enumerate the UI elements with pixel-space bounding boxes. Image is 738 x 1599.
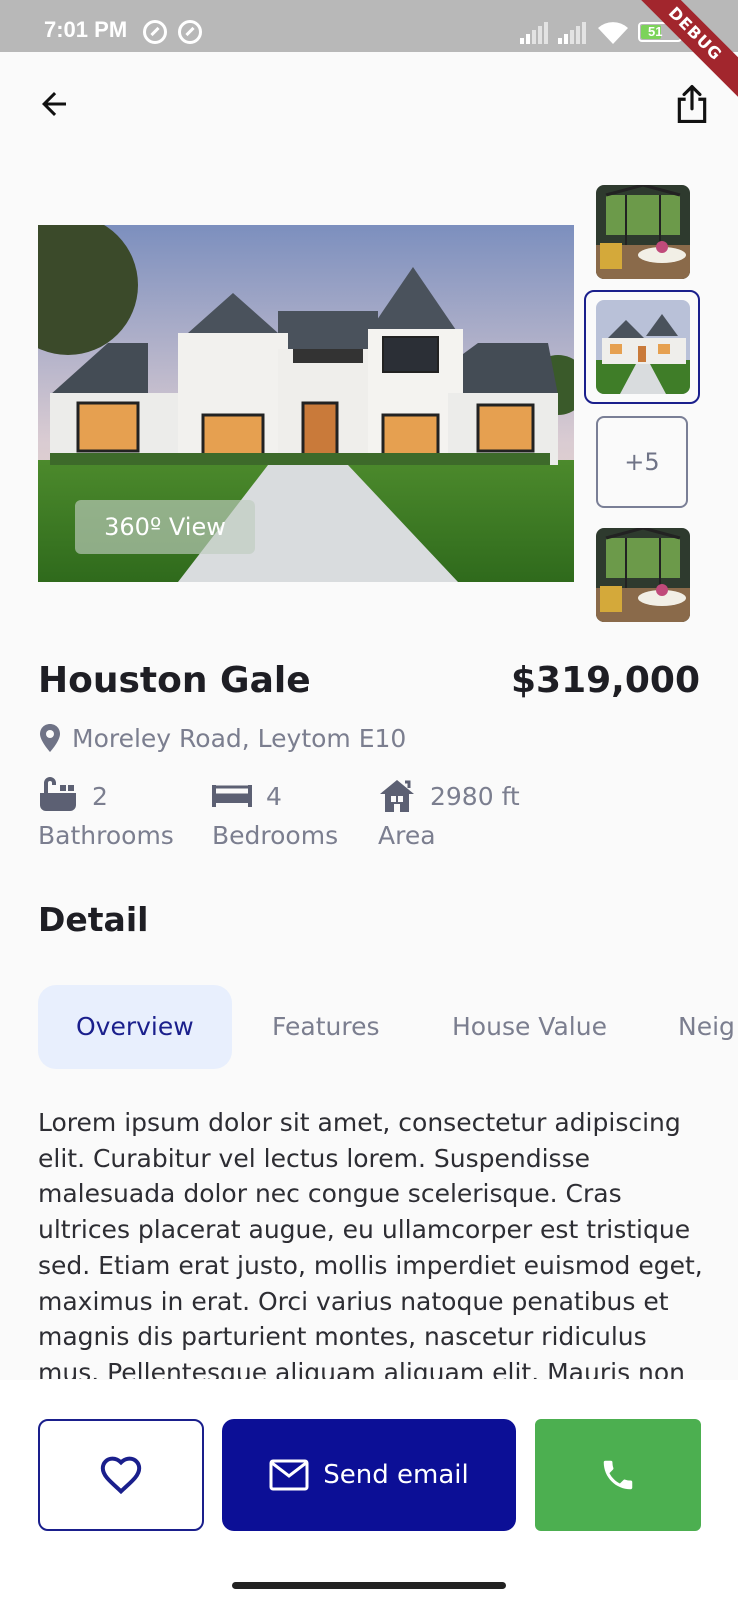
- favorite-button[interactable]: [38, 1419, 204, 1531]
- overview-description: Lorem ipsum dolor sit amet, consectetur …: [38, 1108, 703, 1379]
- arrow-left-icon: [42, 92, 66, 116]
- main-property-photo[interactable]: 360º View: [38, 225, 574, 582]
- house-exterior-thumbnail-image: [596, 300, 690, 394]
- wifi-icon: [598, 22, 628, 44]
- signal-icon: [520, 22, 548, 44]
- tab-overview[interactable]: Overview: [38, 985, 232, 1069]
- stat-area: 2980 ft Area: [378, 775, 520, 850]
- sync-icon: [143, 20, 167, 44]
- area-value: 2980 ft: [430, 781, 520, 811]
- status-time: 7:01 PM: [44, 17, 128, 42]
- property-price: $319,000: [510, 660, 700, 701]
- status-bar: 7:01 PM 51: [0, 0, 738, 52]
- gallery-thumbnail-selected[interactable]: [596, 300, 690, 394]
- gallery-thumbnail[interactable]: [596, 528, 690, 622]
- bathrooms-label: Bathrooms: [38, 821, 174, 850]
- home-indicator[interactable]: [232, 1582, 506, 1589]
- send-email-button[interactable]: Send email: [222, 1419, 516, 1531]
- address-row: Moreley Road, Leytom E10: [38, 720, 406, 756]
- more-photos-button[interactable]: +5: [596, 416, 688, 508]
- phone-icon: [603, 1460, 633, 1490]
- bedrooms-count: 4: [266, 781, 282, 811]
- detail-heading: Detail: [38, 900, 149, 939]
- sunroom-interior-image: [596, 528, 690, 622]
- property-address: Moreley Road, Leytom E10: [72, 723, 407, 753]
- call-button[interactable]: [535, 1419, 701, 1531]
- detail-tabs: Overview Features House Value Neig: [38, 985, 738, 1069]
- sunroom-interior-image: [596, 185, 690, 279]
- bed-icon: [212, 785, 252, 807]
- gallery-thumbnail[interactable]: [596, 185, 690, 279]
- tab-house-value[interactable]: House Value: [414, 985, 645, 1069]
- tab-neighborhood[interactable]: Neig: [640, 985, 738, 1069]
- stat-bathrooms: 2 Bathrooms: [38, 775, 174, 850]
- send-email-label: Send email: [323, 1460, 469, 1490]
- battery-level: 51: [648, 24, 663, 39]
- view-360-button[interactable]: 360º View: [75, 500, 255, 554]
- area-label: Area: [378, 821, 436, 850]
- heart-icon: [100, 1456, 142, 1495]
- bedrooms-label: Bedrooms: [212, 821, 339, 850]
- location-pin-icon: [40, 724, 60, 752]
- share-icon: [677, 85, 707, 123]
- bottom-action-bar: Send email: [0, 1380, 738, 1599]
- bathtub-icon: [40, 777, 76, 811]
- signal-icon: [558, 22, 586, 44]
- share-button[interactable]: [668, 80, 716, 128]
- property-name: Houston Gale: [38, 660, 311, 701]
- house-icon: [380, 780, 414, 812]
- mail-icon: [269, 1459, 309, 1491]
- bathrooms-count: 2: [92, 781, 108, 811]
- back-button[interactable]: [30, 80, 78, 128]
- tab-features[interactable]: Features: [234, 985, 418, 1069]
- stat-bedrooms: 4 Bedrooms: [212, 775, 338, 850]
- sync-icon: [178, 20, 202, 44]
